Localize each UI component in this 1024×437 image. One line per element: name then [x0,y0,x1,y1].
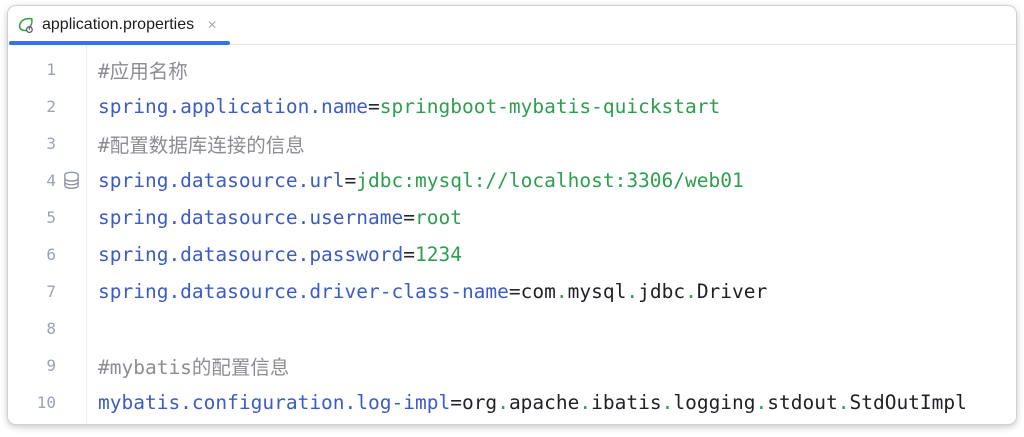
code-segment-eq: = [450,391,462,414]
line-number[interactable]: 3 [8,134,56,153]
code-segment-plain: ibatis [591,391,661,414]
line-number[interactable]: 7 [8,282,56,301]
gutter: 9 [8,347,86,384]
editor-tab-bar: application.properties ✕ [8,6,1016,45]
gutter-separator [86,45,87,425]
gutter: 8 [8,310,86,347]
code-line: 1 #应用名称 [8,51,1016,88]
line-number[interactable]: 2 [8,97,56,116]
line-number[interactable]: 10 [8,393,56,412]
code-segment-value: . [497,391,509,414]
code-line: 7 spring.datasource.driver-class-name=com… [8,273,1016,310]
tab-application-properties[interactable]: application.properties ✕ [8,6,231,44]
code-line: 2 spring.application.name=springboot-myba… [8,88,1016,125]
code-segment-eq: = [403,206,415,229]
code-segment-plain: Driver [697,280,767,303]
code-segment-value: . [756,391,768,414]
line-list: 1#应用名称2spring.application.name=springboo… [8,51,1016,421]
code-text[interactable]: #应用名称 [86,55,188,84]
line-number[interactable]: 8 [8,319,56,338]
code-segment-value: . [626,280,638,303]
code-segment-plain: org [462,391,497,414]
code-segment-value: . [838,391,850,414]
line-number[interactable]: 4 [8,171,56,190]
code-segment-plain: stdout [767,391,837,414]
line-number[interactable]: 9 [8,356,56,375]
code-text[interactable]: #配置数据库连接的信息 [86,129,305,158]
gutter: 6 [8,236,86,273]
code-segment-plain: mysql [568,280,627,303]
code-text[interactable]: spring.datasource.url=jdbc:mysql://local… [86,169,744,192]
code-text[interactable]: spring.datasource.username=root [86,206,462,229]
code-segment-key: spring.datasource.password [98,243,403,266]
code-segment-value: root [415,206,462,229]
code-segment-value: . [662,391,674,414]
code-segment-plain: apache [509,391,579,414]
code-line: 9 #mybatis的配置信息 [8,347,1016,384]
code-segment-key: spring.application.name [98,95,368,118]
database-icon[interactable] [56,170,86,191]
editor-area[interactable]: 1#应用名称2spring.application.name=springboo… [8,45,1016,425]
code-line: 6 spring.datasource.password=1234 [8,236,1016,273]
code-segment-value: . [556,280,568,303]
code-text[interactable]: spring.datasource.password=1234 [86,243,462,266]
line-number[interactable]: 5 [8,208,56,227]
gutter: 3 [8,125,86,162]
code-segment-key: spring.datasource.username [98,206,403,229]
code-segment-value: . [579,391,591,414]
code-segment-key: mybatis.configuration.log-impl [98,391,450,414]
code-segment-comment: #配置数据库连接的信息 [98,134,305,157]
code-segment-value: 1234 [415,243,462,266]
gutter: 5 [8,199,86,236]
code-text[interactable]: spring.datasource.driver-class-name=com.… [86,280,767,303]
spring-boot-icon [16,16,35,35]
code-line: 4 spring.datasource.url=jdbc:mysql://loc… [8,162,1016,199]
code-segment-value: jdbc:mysql://localhost:3306/web01 [356,169,743,192]
tab-title: application.properties [42,16,194,34]
gutter: 4 [8,162,86,199]
gutter: 1 [8,51,86,88]
code-segment-comment: #mybatis的配置信息 [98,356,289,379]
code-segment-eq: = [345,169,357,192]
code-line: 10mybatis.configuration.log-impl=org.apa… [8,384,1016,421]
code-line: 5 spring.datasource.username=root [8,199,1016,236]
code-segment-eq: = [509,280,521,303]
code-segment-plain: StdOutImpl [849,391,966,414]
code-text[interactable]: mybatis.configuration.log-impl=org.apach… [86,391,967,414]
code-segment-key: spring.datasource.url [98,169,345,192]
code-text[interactable]: spring.application.name=springboot-mybat… [86,95,720,118]
line-number[interactable]: 6 [8,245,56,264]
close-icon[interactable]: ✕ [207,19,217,31]
code-segment-eq: = [368,95,380,118]
gutter: 7 [8,273,86,310]
code-text[interactable]: #mybatis的配置信息 [86,351,289,380]
gutter: 2 [8,88,86,125]
code-segment-key: spring.datasource.driver-class-name [98,280,509,303]
code-line: 8 [8,310,1016,347]
code-segment-value: . [685,280,697,303]
code-segment-comment: #应用名称 [98,60,188,83]
code-segment-eq: = [403,243,415,266]
line-number[interactable]: 1 [8,60,56,79]
code-line: 3 #配置数据库连接的信息 [8,125,1016,162]
code-segment-value: springboot-mybatis-quickstart [380,95,720,118]
gutter: 10 [8,384,86,421]
code-segment-plain: jdbc [638,280,685,303]
code-segment-plain: logging [673,391,755,414]
editor-window: application.properties ✕ 1 #应用名称 2 spring.a… [7,5,1017,425]
code-segment-plain: com [521,280,556,303]
